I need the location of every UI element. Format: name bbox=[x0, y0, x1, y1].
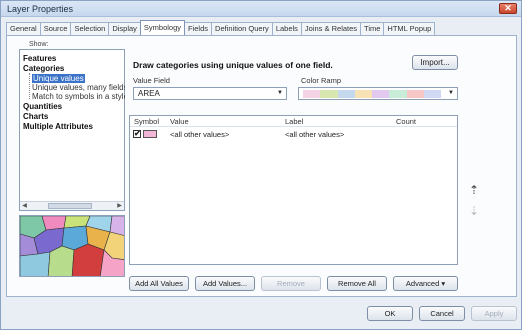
color-ramp-swatch bbox=[389, 90, 407, 98]
show-item-match-to-symbols[interactable]: Match to symbols in a style bbox=[32, 92, 125, 101]
column-header-symbol[interactable]: Symbol bbox=[134, 117, 159, 126]
apply-button[interactable]: Apply bbox=[471, 306, 517, 321]
show-item-categories[interactable]: Categories bbox=[23, 64, 125, 73]
symbology-preview-image bbox=[19, 215, 125, 277]
add-values-button[interactable]: Add Values... bbox=[195, 276, 255, 291]
row-value: <all other values> bbox=[170, 130, 230, 139]
chevron-down-icon: ▾ bbox=[441, 279, 446, 288]
horizontal-scrollbar[interactable]: ◀ ▶ bbox=[20, 201, 124, 210]
value-field-select[interactable]: AREA ▼ bbox=[133, 87, 287, 100]
advanced-button[interactable]: Advanced ▾ bbox=[393, 276, 458, 291]
symbology-heading: Draw categories using unique values of o… bbox=[133, 60, 333, 70]
scroll-thumb[interactable] bbox=[48, 203, 92, 209]
window-title: Layer Properties bbox=[7, 4, 74, 14]
tab-joins-relates[interactable]: Joins & Relates bbox=[300, 22, 362, 35]
scroll-right-icon[interactable]: ▶ bbox=[115, 202, 124, 210]
layer-properties-dialog: Layer Properties ✕ General Source Select… bbox=[0, 0, 522, 330]
cancel-button[interactable]: Cancel bbox=[419, 306, 465, 321]
title-bar[interactable]: Layer Properties ✕ bbox=[1, 1, 521, 17]
column-header-count[interactable]: Count bbox=[396, 117, 416, 126]
tab-bar: General Source Selection Display Symbolo… bbox=[6, 20, 436, 35]
row-visibility-checkbox[interactable]: ✔ bbox=[133, 130, 141, 138]
chevron-down-icon[interactable]: ▼ bbox=[448, 88, 454, 99]
color-ramp-swatch bbox=[320, 90, 338, 98]
tab-general[interactable]: General bbox=[6, 22, 41, 35]
color-ramp-label: Color Ramp bbox=[301, 76, 342, 85]
tab-fields[interactable]: Fields bbox=[184, 22, 213, 35]
color-ramp-select[interactable]: ▼ bbox=[298, 87, 458, 100]
show-item-label: Unique values bbox=[32, 74, 85, 83]
tab-symbology[interactable]: Symbology bbox=[139, 20, 186, 35]
show-tree[interactable]: Features Categories Unique values Unique… bbox=[19, 49, 125, 211]
symbol-swatch[interactable] bbox=[143, 130, 157, 138]
color-ramp-swatches bbox=[303, 90, 441, 98]
color-ramp-swatch bbox=[372, 90, 390, 98]
close-button[interactable]: ✕ bbox=[499, 3, 517, 14]
table-row[interactable]: ✔ <all other values> <all other values> bbox=[130, 129, 457, 140]
ok-button[interactable]: OK bbox=[367, 306, 413, 321]
advanced-label: Advanced bbox=[405, 279, 440, 288]
show-label: Show: bbox=[28, 41, 50, 48]
color-ramp-swatch bbox=[423, 90, 441, 98]
column-header-label[interactable]: Label bbox=[285, 117, 303, 126]
value-field-label: Value Field bbox=[133, 76, 170, 85]
value-field-value: AREA bbox=[138, 89, 160, 98]
table-header: Symbol Value Label Count bbox=[130, 116, 457, 127]
color-ramp-swatch bbox=[354, 90, 372, 98]
remove-all-button[interactable]: Remove All bbox=[327, 276, 387, 291]
row-label: <all other values> bbox=[285, 130, 345, 139]
show-item-multiple-attributes[interactable]: Multiple Attributes bbox=[23, 122, 125, 131]
scroll-left-icon[interactable]: ◀ bbox=[20, 202, 29, 210]
tab-display[interactable]: Display bbox=[108, 22, 141, 35]
show-item-charts[interactable]: Charts bbox=[23, 112, 125, 121]
color-ramp-swatch bbox=[337, 90, 355, 98]
color-ramp-swatch bbox=[303, 90, 321, 98]
import-button[interactable]: Import... bbox=[412, 55, 458, 70]
column-header-value[interactable]: Value bbox=[170, 117, 189, 126]
tab-source[interactable]: Source bbox=[39, 22, 72, 35]
tab-definition-query[interactable]: Definition Query bbox=[211, 22, 273, 35]
tab-html-popup[interactable]: HTML Popup bbox=[383, 22, 436, 35]
tree-connector bbox=[29, 73, 30, 99]
tab-labels[interactable]: Labels bbox=[271, 22, 302, 35]
close-icon: ✕ bbox=[504, 3, 512, 13]
show-item-features[interactable]: Features bbox=[23, 54, 125, 63]
show-item-unique-values[interactable]: Unique values bbox=[32, 74, 125, 83]
tab-time[interactable]: Time bbox=[360, 22, 385, 35]
tab-selection[interactable]: Selection bbox=[70, 22, 110, 35]
down-arrow-icon[interactable]: ⇣ bbox=[468, 205, 480, 217]
chevron-down-icon[interactable]: ▼ bbox=[277, 88, 283, 99]
remove-button[interactable]: Remove bbox=[261, 276, 321, 291]
up-arrow-icon[interactable]: ⇡ bbox=[468, 184, 480, 196]
unique-values-table[interactable]: Symbol Value Label Count ✔ <all other va… bbox=[129, 115, 458, 265]
map-preview-icon bbox=[20, 216, 124, 276]
show-item-quantities[interactable]: Quantities bbox=[23, 102, 125, 111]
show-item-unique-values-many-fields[interactable]: Unique values, many fields bbox=[32, 83, 125, 92]
color-ramp-swatch bbox=[406, 90, 424, 98]
add-all-values-button[interactable]: Add All Values bbox=[129, 276, 189, 291]
